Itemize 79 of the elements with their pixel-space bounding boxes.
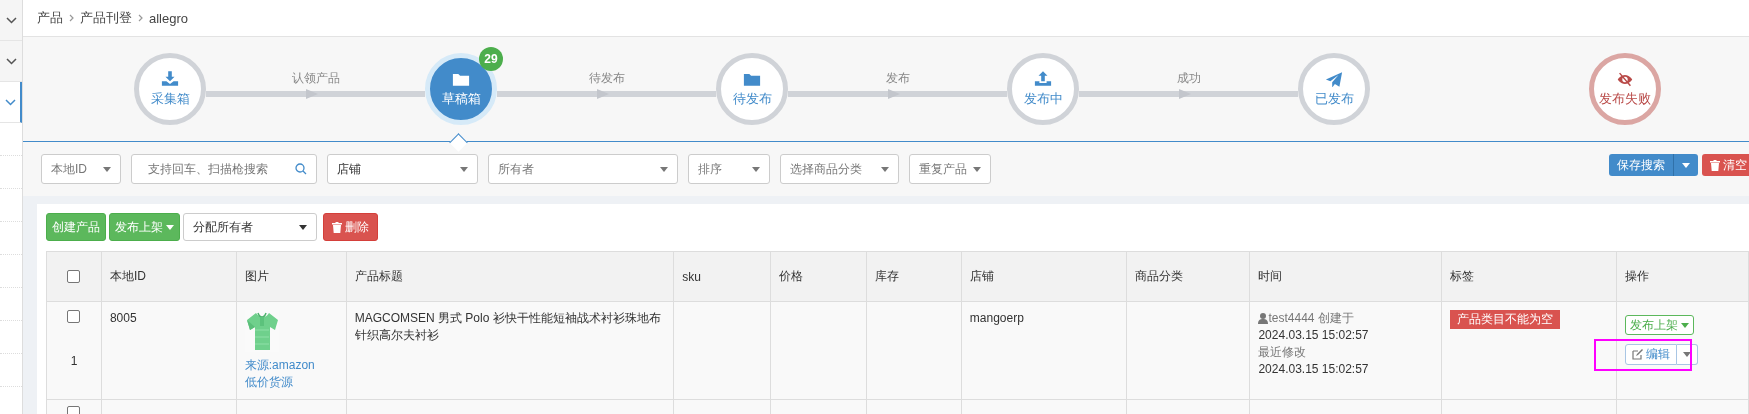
column-header: 标签	[1441, 251, 1617, 302]
caret-icon	[460, 166, 468, 172]
caret-icon	[1682, 162, 1690, 168]
source-link[interactable]: 低价货源	[244, 374, 338, 391]
column-header: 时间	[1249, 251, 1442, 302]
source-link[interactable]: 来源:amazon	[244, 357, 338, 374]
column-header: 店铺	[961, 251, 1127, 302]
dropdown[interactable]: 本地ID	[41, 154, 121, 184]
step-button[interactable]: 待发布	[716, 53, 788, 125]
search-icon	[295, 163, 307, 175]
count-badge: 29	[479, 47, 503, 71]
user-name: test4444	[1268, 310, 1315, 327]
checkbox[interactable]	[67, 310, 81, 323]
caret-icon	[973, 166, 981, 172]
dropdown[interactable]: 店铺	[327, 154, 478, 184]
create-product-button[interactable]: 创建产品	[46, 213, 106, 241]
column-header: 图片	[236, 251, 347, 302]
save-search-button[interactable]: 保存搜索	[1609, 154, 1673, 176]
caret-icon	[881, 166, 889, 172]
owner-dropdown[interactable]: 分配所有者	[183, 213, 317, 241]
search-field[interactable]: 支持回车、扫描枪搜索	[131, 154, 317, 184]
dropdown[interactable]: 选择商品分类	[780, 154, 899, 184]
step-button[interactable]: 已发布	[1298, 53, 1370, 125]
chevron-right-icon	[138, 14, 143, 22]
trash-icon	[1710, 159, 1720, 171]
caret-icon	[1680, 322, 1689, 328]
table-cell: 8005	[101, 301, 237, 400]
error-tag: 产品类目不能为空	[1450, 310, 1561, 329]
trash-icon	[332, 221, 342, 233]
edit-button[interactable]: 编辑	[1624, 344, 1677, 365]
dropdown-toggle[interactable]	[1673, 154, 1698, 176]
caret-icon	[660, 166, 668, 172]
paper-plane-icon	[1325, 70, 1343, 87]
step-button[interactable]: 采集箱	[134, 53, 206, 125]
column-header: 产品标题	[346, 251, 674, 302]
caret-icon	[166, 224, 174, 230]
edit-icon	[1631, 349, 1643, 360]
row-number: 1	[70, 354, 78, 368]
created-label: 创建于	[1318, 310, 1355, 327]
column-header: 本地ID	[101, 251, 237, 302]
chevron-right-icon	[69, 14, 74, 22]
delete-button[interactable]: 删除	[323, 213, 378, 241]
column-header: sku	[673, 251, 771, 302]
caret-icon	[103, 166, 111, 172]
table-cell: mangoerp	[961, 301, 1127, 400]
chevron-down-icon[interactable]	[5, 16, 17, 24]
column-header: 操作	[1616, 251, 1749, 302]
modified-label: 最近修改	[1258, 344, 1308, 361]
caret-icon	[752, 166, 760, 172]
breadcrumb-item[interactable]: allegro	[149, 10, 189, 26]
eye-icon	[1616, 70, 1634, 87]
column-header: 商品分类	[1126, 251, 1250, 302]
dropdown[interactable]: 排序	[688, 154, 770, 184]
step-label: 认领产品	[291, 69, 340, 87]
clear-button[interactable]: 清空	[1702, 154, 1749, 176]
checkbox[interactable]	[67, 270, 81, 283]
chevron-down-icon[interactable]	[4, 98, 16, 106]
timestamp: 2024.03.15 15:02:57	[1258, 361, 1370, 378]
chevron-down-icon[interactable]	[5, 57, 17, 65]
step-button[interactable]: 发布失败	[1589, 53, 1661, 125]
step-label: 待发布	[588, 69, 625, 87]
step-button[interactable]: 发布中	[1007, 53, 1079, 125]
breadcrumb-item[interactable]: 产品	[37, 9, 63, 27]
product-title: MAGCOMSEN 男式 Polo 衫快干性能短袖战术衬衫珠地布针织高尔夫衬衫	[346, 301, 674, 400]
publish-button[interactable]: 发布上架	[1624, 315, 1694, 335]
column-header: 价格	[770, 251, 867, 302]
dropdown[interactable]: 重复产品	[909, 154, 991, 184]
step-label: 发布	[885, 69, 910, 87]
caret-icon	[1682, 352, 1691, 357]
download-icon	[161, 70, 179, 87]
breadcrumb-item[interactable]: 产品刊登	[80, 9, 132, 27]
caret-icon	[299, 224, 307, 230]
user-icon	[1258, 313, 1269, 324]
step-label: 成功	[1176, 69, 1201, 87]
upload-icon	[1034, 70, 1052, 87]
dropdown[interactable]: 所有者	[488, 154, 678, 184]
publish-button[interactable]: 发布上架	[109, 213, 180, 241]
timestamp: 2024.03.15 15:02:57	[1258, 327, 1370, 344]
column-header: 库存	[866, 251, 962, 302]
